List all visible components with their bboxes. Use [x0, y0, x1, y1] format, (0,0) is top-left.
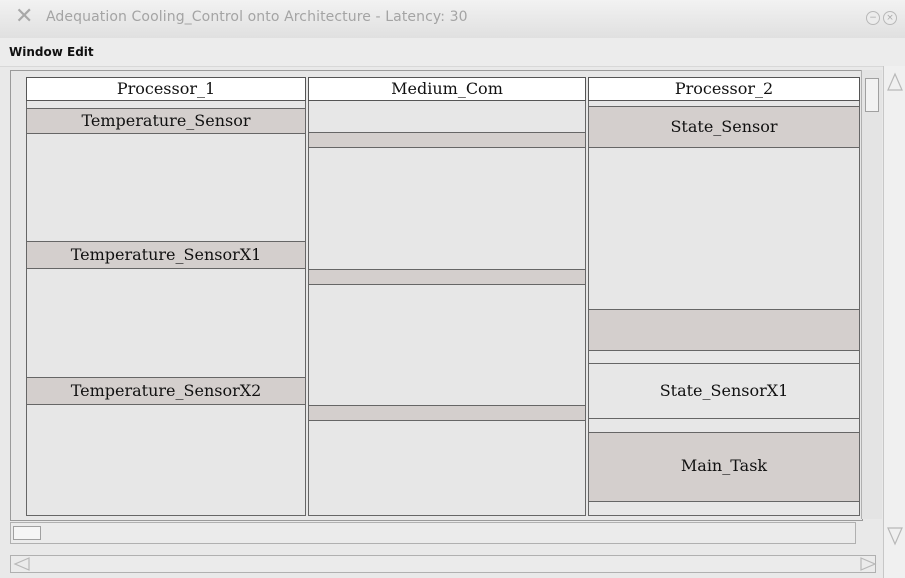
communication-block[interactable]	[309, 405, 585, 421]
operation-block-state-sensor[interactable]: State_Sensor	[589, 106, 859, 148]
column-medium-com: Medium_Com	[308, 77, 586, 516]
vertical-scroll-thumb[interactable]	[865, 78, 879, 112]
operation-block-empty[interactable]	[589, 309, 859, 351]
scroll-left-arrow-icon[interactable]	[13, 556, 33, 572]
outer-vertical-scrollbar[interactable]	[883, 66, 905, 578]
column-processor-1: Processor_1 Temperature_Sensor Temperatu…	[26, 77, 306, 516]
operation-block-state-sensor-x1[interactable]: State_SensorX1	[589, 363, 859, 419]
horizontal-scrollbar[interactable]	[10, 522, 856, 544]
operation-block-temperature-sensor-x2[interactable]: Temperature_SensorX2	[27, 377, 305, 405]
horizontal-scroll-thumb[interactable]	[13, 526, 41, 540]
menu-window[interactable]: Window	[9, 45, 63, 59]
outer-horizontal-scrollbar[interactable]	[10, 555, 877, 573]
menu-edit[interactable]: Edit	[67, 45, 94, 59]
scroll-down-arrow-icon[interactable]	[884, 522, 905, 552]
column-processor-2: Processor_2 State_Sensor State_SensorX1 …	[588, 77, 860, 516]
window-title: Adequation Cooling_Control onto Architec…	[46, 9, 468, 25]
title-bar: ✕ Adequation Cooling_Control onto Archit…	[0, 0, 905, 38]
app-x-icon: ✕	[15, 4, 34, 29]
close-icon[interactable]: ×	[883, 11, 897, 25]
communication-block[interactable]	[309, 132, 585, 148]
communication-block[interactable]	[309, 269, 585, 285]
scroll-up-arrow-icon[interactable]	[884, 70, 905, 100]
operation-block-temperature-sensor-x1[interactable]: Temperature_SensorX1	[27, 241, 305, 269]
column-header-processor-2: Processor_2	[588, 77, 860, 101]
schedule-area: Processor_1 Temperature_Sensor Temperatu…	[10, 70, 863, 521]
scroll-right-arrow-icon[interactable]	[857, 556, 877, 572]
operation-block-temperature-sensor[interactable]: Temperature_Sensor	[27, 108, 305, 134]
operation-block-main-task[interactable]: Main_Task	[589, 432, 859, 502]
minimize-icon[interactable]: −	[866, 11, 880, 25]
vertical-scrollbar[interactable]	[861, 70, 882, 519]
column-header-processor-1: Processor_1	[26, 77, 306, 101]
column-header-medium-com: Medium_Com	[308, 77, 586, 101]
menu-bar: Window Edit	[0, 38, 905, 67]
